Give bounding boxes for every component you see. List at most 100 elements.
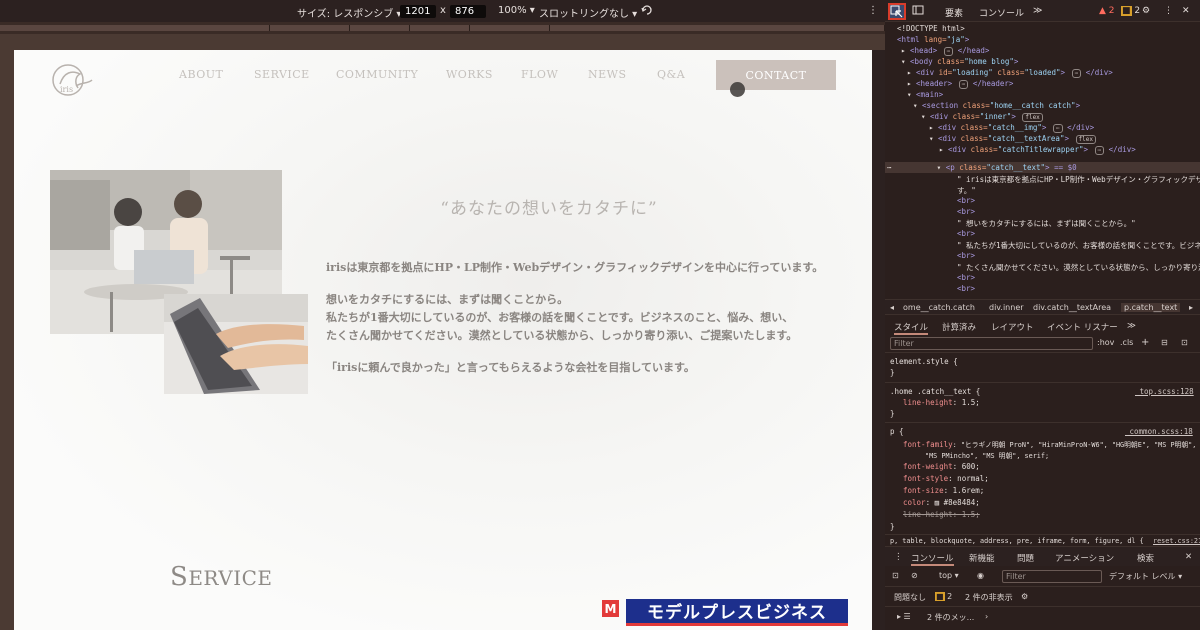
breadcrumb-scroll-left[interactable]: ◂ (890, 303, 894, 312)
tab-computed[interactable]: 計算済み (942, 321, 976, 333)
warning-count[interactable]: ▲ 2 (1099, 6, 1115, 16)
breadcrumb-item[interactable]: div.inner (989, 303, 1024, 312)
error-count[interactable]: ■ 2 (1121, 6, 1140, 16)
nav-about[interactable]: ABOUT (179, 68, 223, 81)
dom-node-title-wrapper[interactable]: ▸ <div class="catchTitlewrapper"> ⋯ </di… (939, 145, 1136, 155)
br-node[interactable]: <br> (957, 284, 975, 293)
css-declaration[interactable]: font-weight: 600; (903, 462, 980, 471)
css-declaration[interactable]: font-size: 1.6rem; (903, 486, 984, 495)
devtools-menu-icon[interactable]: ⋮ (1164, 6, 1173, 16)
source[interactable]: reset.css:21 (1153, 537, 1200, 545)
collapsed-badge[interactable]: ⋯ (943, 47, 954, 56)
ruler-segment[interactable] (550, 25, 885, 31)
text-node[interactable]: " 想いをカタチにするには、まずは聞くことから。" (957, 218, 1136, 229)
toggle-element-state-icon[interactable]: ⊟ (1161, 338, 1168, 347)
br-node[interactable]: <br> (957, 251, 975, 260)
br-node[interactable]: <br> (957, 207, 975, 216)
drawer-menu-icon[interactable]: ⋮ (894, 552, 903, 562)
collapsed-badge[interactable]: ⋯ (1071, 69, 1082, 78)
issue-badge[interactable]: ■ 2 (935, 592, 952, 601)
ruler-segment[interactable] (350, 25, 410, 31)
source[interactable]: _top.scss:128 (1135, 387, 1194, 396)
collapsed-badge[interactable]: ⋯ (958, 80, 969, 89)
close-drawer-icon[interactable]: ✕ (1185, 552, 1192, 562)
css-declaration[interactable]: font-style: normal; (903, 474, 989, 483)
drawer-tab-search[interactable]: 検索 (1137, 552, 1154, 564)
text-node[interactable]: " irisは東京都を拠点にHP・LP制作・Webデザイン・グラフィックデザイン… (957, 174, 1200, 185)
text-node[interactable]: " 私たちが1番大切にしているのが、お客様の話を聞くことです。ビジネスの (957, 240, 1200, 251)
messages-group[interactable]: 2 件のメッ... (927, 612, 974, 623)
collapsed-badge[interactable]: ⋯ (1052, 124, 1063, 133)
br-node[interactable]: <br> (957, 196, 975, 205)
tab-more[interactable]: ≫ (1033, 6, 1042, 16)
dom-node-catch-text[interactable]: ⋯ ▾ <p class="catch__text"> == $0 (887, 163, 1077, 172)
dom-node-header[interactable]: ▸ <header> ⋯ </header> (907, 79, 1013, 89)
nav-qa[interactable]: Q&A (657, 68, 685, 81)
ruler-segment[interactable] (470, 25, 550, 31)
live-expression-eye-icon[interactable]: ◉ (977, 571, 984, 580)
dom-node-section[interactable]: ▾ <section class="home__catch catch"> (913, 101, 1080, 110)
breadcrumb-item[interactable]: ome__catch.catch (903, 303, 975, 312)
settings-gear-icon[interactable]: ⚙ (1142, 6, 1150, 16)
expand-arrow-icon[interactable]: ▸ ☰ (897, 612, 911, 621)
dom-node[interactable]: <!DOCTYPE html> (897, 24, 965, 33)
nav-service[interactable]: SERVICE (254, 68, 310, 81)
hover-state-toggle[interactable]: :hov (1097, 338, 1114, 347)
dom-node-inner[interactable]: ▾ <div class="inner"> flex (921, 112, 1043, 122)
console-prompt-icon[interactable]: › (985, 612, 988, 621)
computed-sidebar-icon[interactable]: ⊡ (1181, 338, 1188, 347)
text-node[interactable]: す。" (957, 185, 976, 196)
css-rule-selector[interactable]: p, table, blockquote, address, pre, ifra… (890, 537, 1144, 545)
dom-node-loading[interactable]: ▸ <div id="loading" class="loaded"> ⋯ </… (907, 68, 1113, 78)
drawer-tab-console[interactable]: コンソール (911, 552, 954, 566)
dom-node-head[interactable]: ▸ <head> ⋯ </head> (901, 46, 989, 56)
styles-filter-input[interactable]: Filter (890, 337, 1093, 350)
css-declaration[interactable]: line-height: 1.5; (903, 398, 980, 407)
viewport-height-input[interactable]: 876 (450, 5, 486, 18)
zoom-dropdown[interactable]: 100% ▾ (498, 5, 535, 16)
throttling-dropdown[interactable]: スロットリングなし ▾ (539, 5, 637, 20)
css-rule-element-style[interactable]: element.style { (890, 357, 958, 366)
css-rule-selector[interactable]: .home .catch__text { (890, 387, 980, 396)
breadcrumb-item-active[interactable]: p.catch__text (1121, 303, 1181, 312)
responsive-size-dropdown[interactable]: サイズ: レスポンシブ ▾ (297, 5, 401, 20)
console-settings-gear-icon[interactable]: ⚙ (1021, 592, 1028, 601)
css-source-link[interactable]: reset.css:21 (1153, 537, 1200, 545)
context-selector[interactable]: top ▾ (939, 571, 959, 580)
text-node[interactable]: " たくさん聞かせてください。漠然としている状態から、しっかり寄り添い、ご (957, 262, 1200, 273)
dom-node[interactable]: <html lang="ja"> (897, 35, 969, 44)
console-message-row[interactable]: ▸ ☰ 2 件のメッ... › (885, 606, 1200, 626)
css-declaration-overridden[interactable]: line-height: 1.5; (903, 510, 980, 519)
close-devtools-icon[interactable]: ✕ (1182, 6, 1190, 16)
breadcrumb-item[interactable]: div.catch__textArea (1033, 303, 1111, 312)
ruler-segment[interactable] (270, 25, 350, 31)
breadcrumb-scroll-right[interactable]: ▸ (1189, 303, 1193, 312)
nav-community[interactable]: COMMUNITY (336, 68, 418, 81)
ruler-segment[interactable] (0, 25, 270, 31)
nav-works[interactable]: WORKS (446, 68, 493, 81)
tab-elements[interactable]: 要素 (945, 6, 963, 19)
css-rule-selector[interactable]: p { (890, 427, 904, 436)
class-toggle[interactable]: .cls (1120, 338, 1133, 347)
flex-badge[interactable]: flex (1075, 135, 1096, 144)
source[interactable]: _common.scss:18 (1125, 427, 1193, 436)
drawer-tab-issues[interactable]: 問題 (1017, 552, 1034, 564)
css-source-link[interactable]: _common.scss:18 (1125, 427, 1193, 436)
clear-console-icon[interactable]: ⊘ (911, 571, 918, 580)
nav-flow[interactable]: FLOW (521, 68, 558, 81)
rotate-icon[interactable] (640, 3, 654, 20)
device-menu-icon[interactable]: ⋮ (868, 5, 878, 16)
tab-console[interactable]: コンソール (979, 6, 1024, 19)
br-node[interactable]: <br> (957, 273, 975, 282)
dom-node-catch-img[interactable]: ▸ <div class="catch__img"> ⋯ </div> (929, 123, 1094, 133)
dom-node-main[interactable]: ▾ <main> (907, 90, 943, 99)
css-source-link[interactable]: _top.scss:128 (1135, 387, 1194, 396)
console-filter-input[interactable]: Filter (1002, 570, 1102, 583)
dom-node-body[interactable]: ▾ <body class="home blog"> (901, 57, 1018, 66)
tab-event-listeners[interactable]: イベント リスナー (1047, 321, 1118, 333)
css-declaration[interactable]: font-family: "ヒラギノ明朝 ProN", "HiraMinProN… (903, 439, 1196, 449)
iris-logo[interactable]: iris (50, 62, 94, 98)
flex-badge[interactable]: flex (1022, 113, 1043, 122)
drawer-tab-whats-new[interactable]: 新機能 (969, 552, 995, 564)
device-toggle-icon[interactable] (912, 4, 924, 19)
